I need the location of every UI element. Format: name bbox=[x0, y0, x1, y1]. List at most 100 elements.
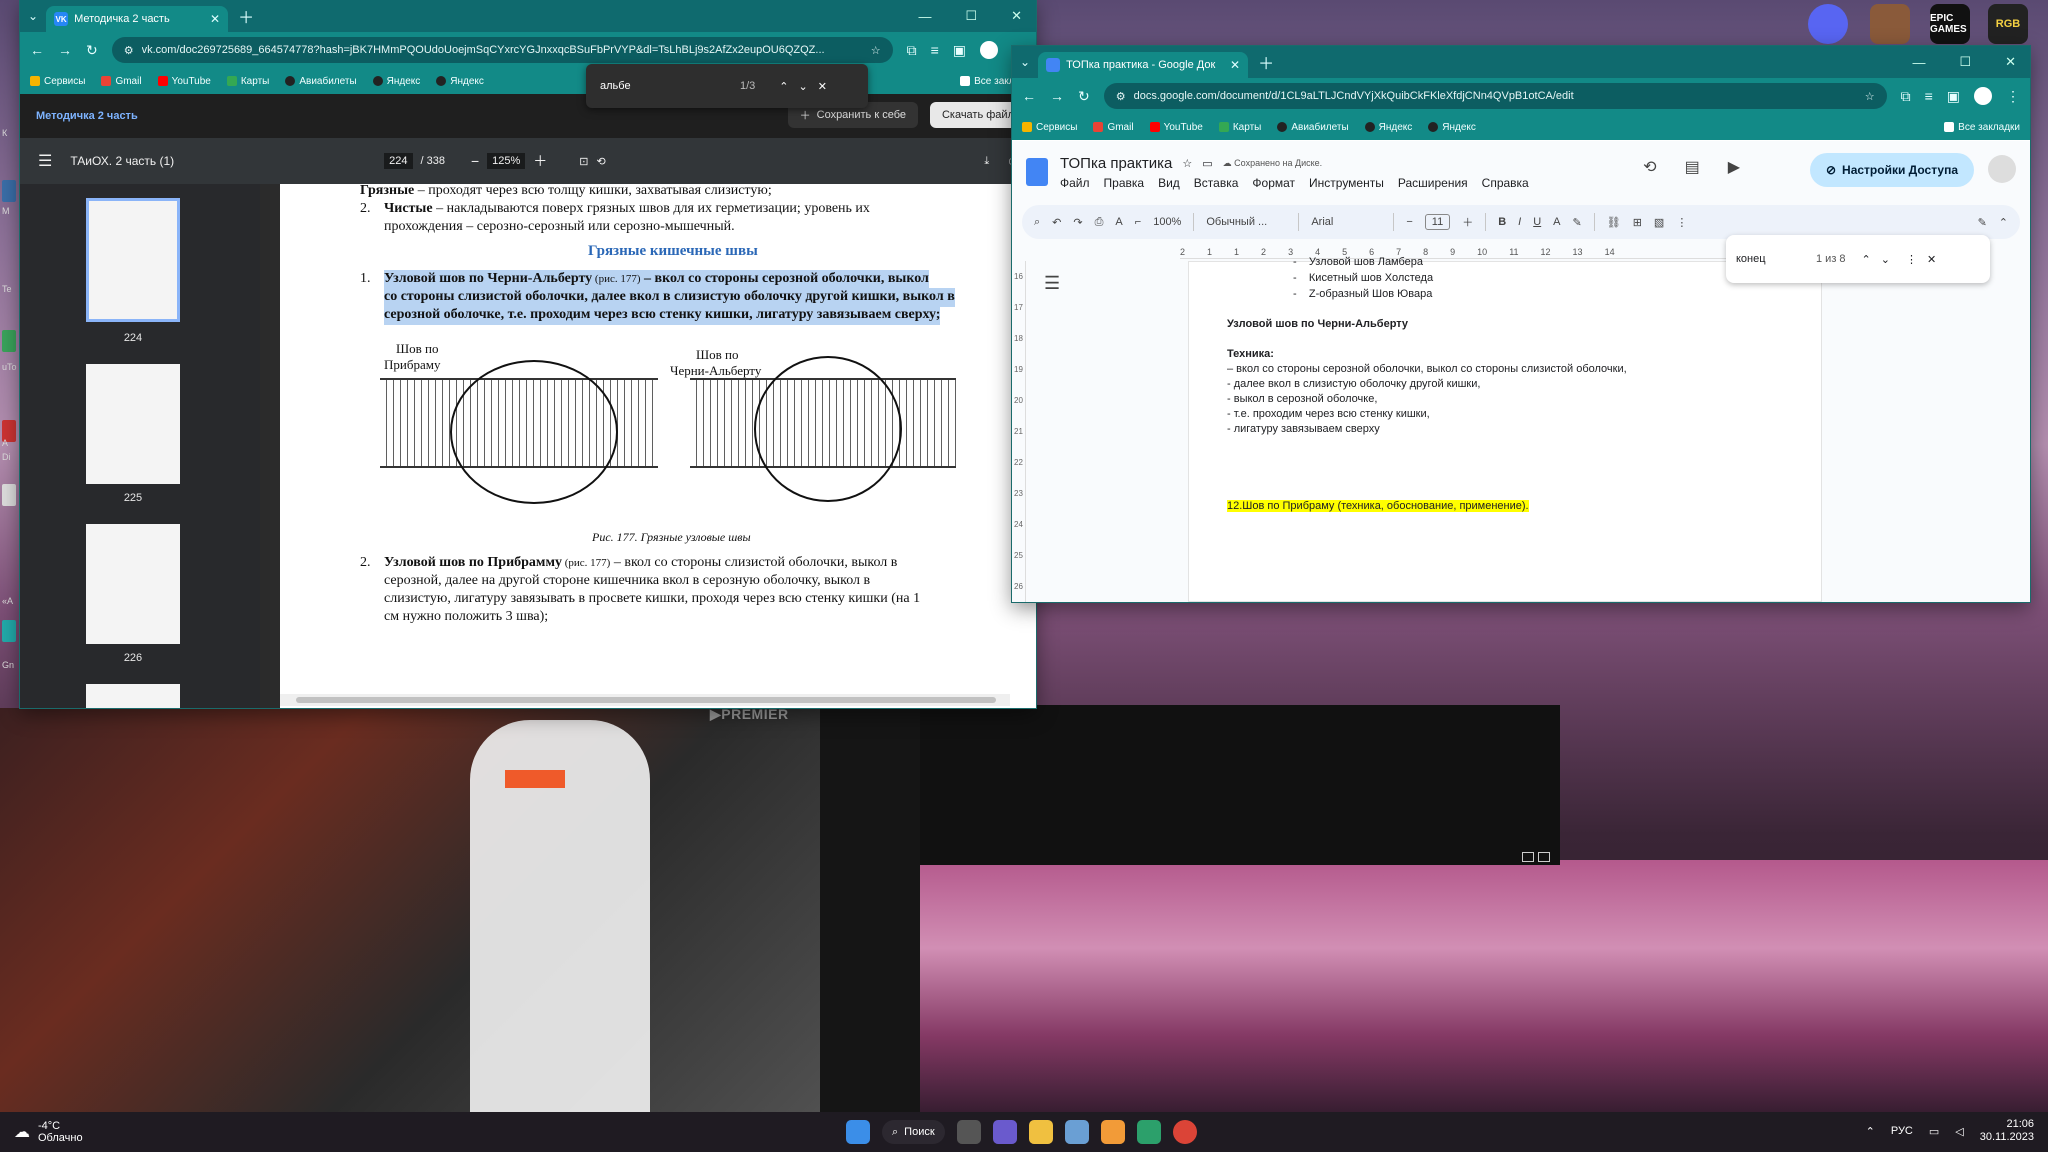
media-icon[interactable]: ≡ bbox=[931, 42, 939, 58]
desktop-icon[interactable] bbox=[2, 484, 16, 506]
odnoklassniki-icon[interactable] bbox=[1100, 1120, 1125, 1144]
font-size-input[interactable]: 11 bbox=[1424, 214, 1451, 230]
bookmark-gmail[interactable]: Gmail bbox=[1093, 122, 1134, 133]
thumbnail-page[interactable] bbox=[86, 198, 180, 322]
find-close-icon[interactable]: ✕ bbox=[818, 80, 827, 93]
bookmark-yandex-2[interactable]: Яндекс bbox=[1428, 122, 1476, 133]
site-info-icon[interactable]: ⚙ bbox=[124, 44, 134, 57]
pdf-download-icon[interactable]: ⤓ bbox=[984, 155, 989, 168]
account-avatar[interactable] bbox=[1988, 155, 2016, 183]
collapse-menus-icon[interactable]: ⌃ bbox=[1999, 216, 2008, 229]
new-tab-icon[interactable]: ＋ bbox=[1258, 50, 1274, 74]
forward-icon[interactable]: → bbox=[58, 42, 72, 58]
link-icon[interactable]: ⛓ bbox=[1607, 216, 1621, 229]
text-color-icon[interactable]: A bbox=[1553, 216, 1560, 228]
font-size-increase-icon[interactable]: ＋ bbox=[1462, 214, 1473, 230]
epic-games-icon[interactable]: EPIC GAMES bbox=[1930, 4, 1970, 44]
print-icon[interactable]: ⎙ bbox=[1095, 216, 1104, 229]
bold-icon[interactable]: B bbox=[1498, 216, 1506, 228]
zoom-out-icon[interactable]: − bbox=[471, 153, 479, 169]
discord-icon[interactable] bbox=[1808, 4, 1848, 44]
tab-google-docs[interactable]: ТОПка практика - Google Док ✕ bbox=[1038, 52, 1249, 78]
panel-icon-1[interactable] bbox=[1522, 852, 1534, 862]
doc-title[interactable]: ТОПка практика bbox=[1060, 155, 1172, 172]
find-prev-icon[interactable]: ⌃ bbox=[1862, 253, 1871, 266]
page-number-input[interactable]: 224 bbox=[384, 153, 413, 169]
maximize-icon[interactable]: ☐ bbox=[965, 8, 977, 24]
redo-icon[interactable]: ↷ bbox=[1073, 216, 1082, 229]
desktop-icon[interactable] bbox=[2, 180, 16, 202]
undo-icon[interactable]: ↶ bbox=[1052, 216, 1061, 229]
settings-icon[interactable] bbox=[1064, 1120, 1089, 1144]
zoom-select[interactable]: 100% bbox=[1153, 216, 1181, 228]
minimize-icon[interactable]: — bbox=[918, 9, 931, 24]
highlight-icon[interactable]: ✎ bbox=[1573, 216, 1582, 229]
find-prev-icon[interactable]: ⌃ bbox=[779, 80, 788, 93]
find-next-icon[interactable]: ⌄ bbox=[799, 80, 808, 93]
document-outline-icon[interactable]: ☰ bbox=[1044, 273, 1060, 294]
chrome-icon[interactable] bbox=[1172, 1120, 1197, 1144]
menu-help[interactable]: Справка bbox=[1482, 176, 1529, 190]
bookmark-maps[interactable]: Карты bbox=[1218, 122, 1261, 133]
find-input[interactable]: альбе bbox=[600, 80, 730, 92]
insert-image-icon[interactable]: ▧ bbox=[1654, 216, 1664, 229]
move-folder-icon[interactable]: ▭ bbox=[1202, 157, 1212, 170]
star-icon[interactable]: ☆ bbox=[1182, 157, 1192, 170]
tray-overflow-icon[interactable]: ⌃ bbox=[1866, 1125, 1875, 1138]
doc-header-title[interactable]: Методичка 2 часть bbox=[36, 110, 138, 122]
address-bar[interactable]: ⚙ vk.com/doc269725689_664574778?hash=jBK… bbox=[111, 37, 893, 63]
menu-extensions[interactable]: Расширения bbox=[1398, 176, 1468, 190]
start-icon[interactable] bbox=[846, 1120, 870, 1144]
comments-icon[interactable]: ▤ bbox=[1685, 157, 1700, 177]
zoom-input[interactable]: 125% bbox=[487, 153, 526, 169]
underline-icon[interactable]: U bbox=[1533, 216, 1541, 228]
media-icon[interactable]: ≡ bbox=[1925, 88, 1933, 104]
pdf-scroll-gutter[interactable] bbox=[260, 184, 280, 708]
extensions-icon[interactable]: ⧉ bbox=[1901, 88, 1911, 105]
docs-page[interactable]: - Узловой шов Ламбера - Кисетный шов Хол… bbox=[1188, 256, 1822, 602]
bookmark-maps[interactable]: Карты bbox=[226, 76, 269, 87]
pdf-menu-icon[interactable]: ☰ bbox=[38, 151, 52, 171]
bookmark-gmail[interactable]: Gmail bbox=[101, 76, 142, 87]
horizontal-ruler[interactable]: 2 1 1 2 3 4 5 6 7 8 9 10 11 12 13 14 bbox=[1180, 245, 1740, 259]
file-explorer-icon[interactable] bbox=[1028, 1120, 1053, 1144]
bookmark-flights[interactable]: Авиабилеты bbox=[1277, 122, 1349, 133]
font-size-decrease-icon[interactable]: − bbox=[1406, 216, 1412, 228]
forward-icon[interactable]: → bbox=[1050, 88, 1064, 104]
tab-close-icon[interactable]: ✕ bbox=[1230, 58, 1240, 72]
reload-icon[interactable]: ↻ bbox=[86, 42, 98, 59]
back-icon[interactable]: ← bbox=[30, 42, 44, 58]
history-icon[interactable]: ⟲ bbox=[1643, 157, 1656, 177]
bookmark-all[interactable]: Все закладки bbox=[1944, 122, 2020, 133]
menu-file[interactable]: Файл bbox=[1060, 176, 1090, 190]
rgb-app-icon[interactable]: RGB bbox=[1988, 4, 2028, 44]
bookmark-flights[interactable]: Авиабилеты bbox=[285, 76, 357, 87]
menu-view[interactable]: Вид bbox=[1158, 176, 1180, 190]
address-bar[interactable]: ⚙ docs.google.com/document/d/1CL9aLTLJCn… bbox=[1103, 83, 1887, 109]
desktop-icon[interactable] bbox=[2, 620, 16, 642]
find-next-icon[interactable]: ⌄ bbox=[1881, 253, 1890, 266]
bookmark-services[interactable]: Сервисы bbox=[30, 76, 85, 87]
tab-list-icon[interactable]: ⌄ bbox=[1020, 55, 1030, 69]
tab-close-icon[interactable]: ✕ bbox=[210, 12, 220, 26]
avatar-app-icon[interactable] bbox=[1870, 4, 1910, 44]
language-indicator[interactable]: РУС bbox=[1891, 1125, 1913, 1137]
bookmark-youtube[interactable]: YouTube bbox=[157, 76, 211, 87]
menu-insert[interactable]: Вставка bbox=[1194, 176, 1239, 190]
profile-avatar[interactable] bbox=[1974, 87, 1992, 105]
weather-widget[interactable]: ☁ -4°C Облачно bbox=[14, 1120, 83, 1144]
extensions-icon[interactable]: ⧉ bbox=[907, 42, 917, 59]
find-input[interactable]: конец bbox=[1736, 253, 1806, 265]
menu-tools[interactable]: Инструменты bbox=[1309, 176, 1384, 190]
bookmark-services[interactable]: Сервисы bbox=[1022, 122, 1077, 133]
zoom-in-icon[interactable]: ＋ bbox=[533, 151, 547, 171]
fit-page-icon[interactable]: ⊡ bbox=[579, 155, 588, 168]
style-select[interactable]: Обычный ... bbox=[1206, 216, 1286, 228]
vertical-ruler[interactable]: 16 17 18 19 20 21 22 23 24 25 26 bbox=[1012, 261, 1026, 602]
italic-icon[interactable]: I bbox=[1518, 216, 1521, 228]
site-info-icon[interactable]: ⚙ bbox=[1116, 90, 1126, 103]
app-icon[interactable] bbox=[1136, 1120, 1161, 1144]
taskbar-search[interactable]: ⌕ Поиск bbox=[882, 1120, 945, 1144]
bookmark-star-icon[interactable]: ☆ bbox=[871, 44, 881, 57]
more-icon[interactable]: ⋮ bbox=[1676, 216, 1687, 229]
